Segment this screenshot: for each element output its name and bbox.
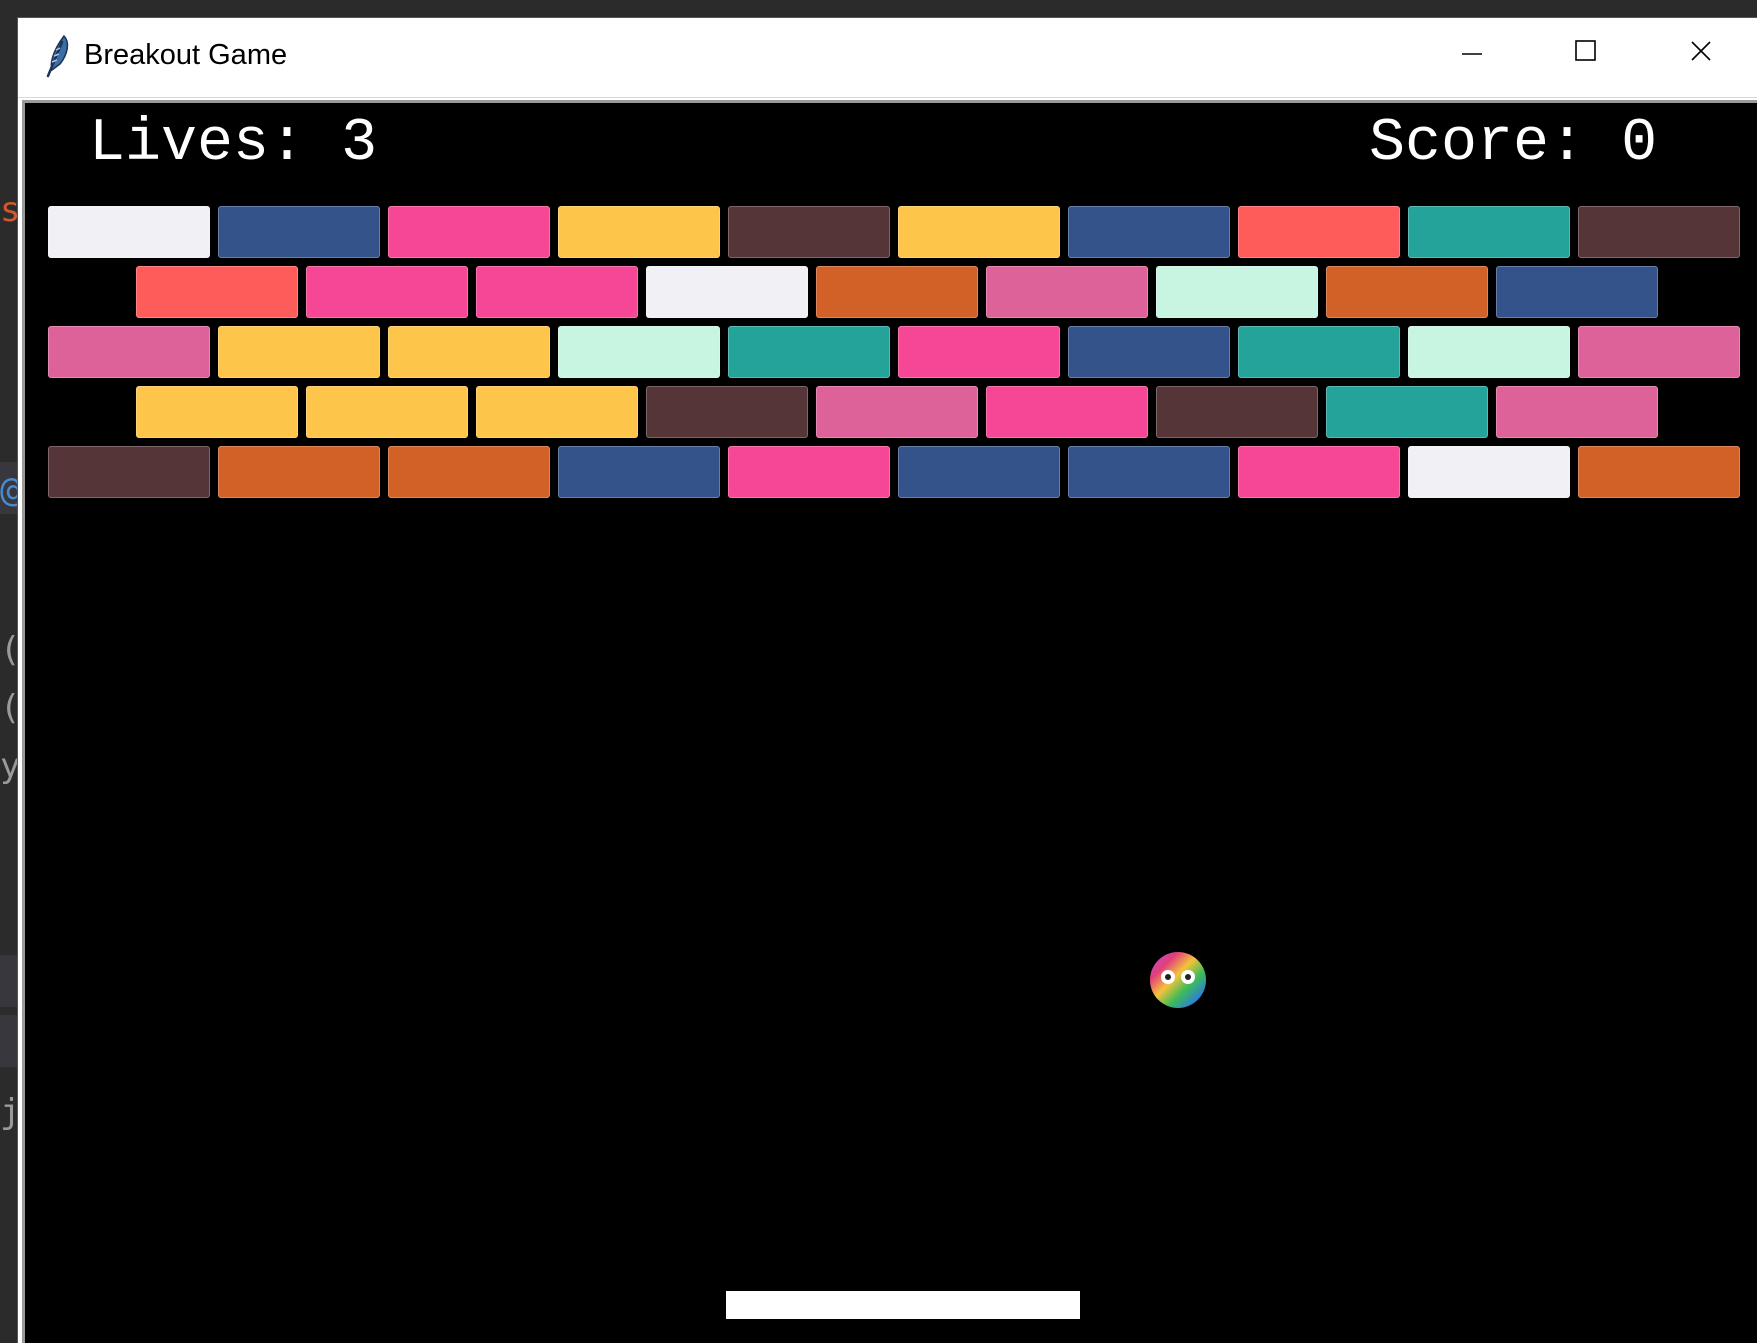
brick xyxy=(1578,206,1740,258)
brick xyxy=(136,266,298,318)
game-canvas[interactable]: Lives: 3 Score: 0 xyxy=(22,100,1757,1343)
brick xyxy=(1326,386,1488,438)
rainbow-face-ball-icon xyxy=(1150,952,1206,1008)
window-title: Breakout Game xyxy=(84,39,288,71)
brick xyxy=(986,266,1148,318)
brick xyxy=(646,386,808,438)
minimize-icon xyxy=(1462,53,1482,55)
brick xyxy=(558,446,720,498)
ball xyxy=(1148,950,1208,1010)
brick xyxy=(1408,206,1570,258)
brick xyxy=(1326,266,1488,318)
brick xyxy=(728,446,890,498)
score-display: Score: 0 xyxy=(1369,109,1657,179)
brick xyxy=(388,446,550,498)
maximize-icon xyxy=(1575,40,1596,61)
brick xyxy=(306,266,468,318)
brick xyxy=(728,326,890,378)
brick xyxy=(1408,326,1570,378)
brick xyxy=(558,326,720,378)
brick xyxy=(1238,326,1400,378)
brick xyxy=(1238,206,1400,258)
brick xyxy=(898,446,1060,498)
brick xyxy=(1068,446,1230,498)
bg-editor-highlight xyxy=(0,1015,18,1067)
paddle[interactable] xyxy=(726,1291,1080,1319)
brick xyxy=(728,206,890,258)
close-icon xyxy=(1691,41,1711,61)
game-window: Breakout Game Lives: 3 Score: 0 xyxy=(18,18,1757,1343)
brick xyxy=(898,326,1060,378)
brick xyxy=(48,446,210,498)
lives-display: Lives: 3 xyxy=(89,109,377,179)
bg-editor-highlight xyxy=(0,955,18,1007)
brick xyxy=(1408,446,1570,498)
brick xyxy=(48,206,210,258)
score-label: Score: xyxy=(1369,110,1586,178)
brick xyxy=(986,386,1148,438)
lives-value: 3 xyxy=(341,110,378,178)
brick xyxy=(1068,206,1230,258)
score-value: 0 xyxy=(1621,110,1658,178)
brick xyxy=(1578,446,1740,498)
brick xyxy=(218,446,380,498)
brick xyxy=(1068,326,1230,378)
brick xyxy=(1156,266,1318,318)
brick xyxy=(1156,386,1318,438)
lives-label: Lives: xyxy=(89,110,306,178)
brick xyxy=(1496,386,1658,438)
maximize-button[interactable] xyxy=(1529,18,1643,97)
brick xyxy=(1238,446,1400,498)
brick xyxy=(646,266,808,318)
brick xyxy=(898,206,1060,258)
feather-icon xyxy=(40,34,72,78)
brick xyxy=(816,266,978,318)
brick xyxy=(476,386,638,438)
brick xyxy=(816,386,978,438)
brick xyxy=(558,206,720,258)
brick xyxy=(1578,326,1740,378)
brick xyxy=(48,326,210,378)
minimize-button[interactable] xyxy=(1415,18,1529,97)
brick xyxy=(1496,266,1658,318)
brick xyxy=(388,326,550,378)
close-button[interactable] xyxy=(1643,18,1757,97)
brick xyxy=(306,386,468,438)
brick xyxy=(218,206,380,258)
title-bar[interactable]: Breakout Game xyxy=(18,18,1757,98)
brick xyxy=(388,206,550,258)
brick xyxy=(218,326,380,378)
brick xyxy=(476,266,638,318)
brick xyxy=(136,386,298,438)
